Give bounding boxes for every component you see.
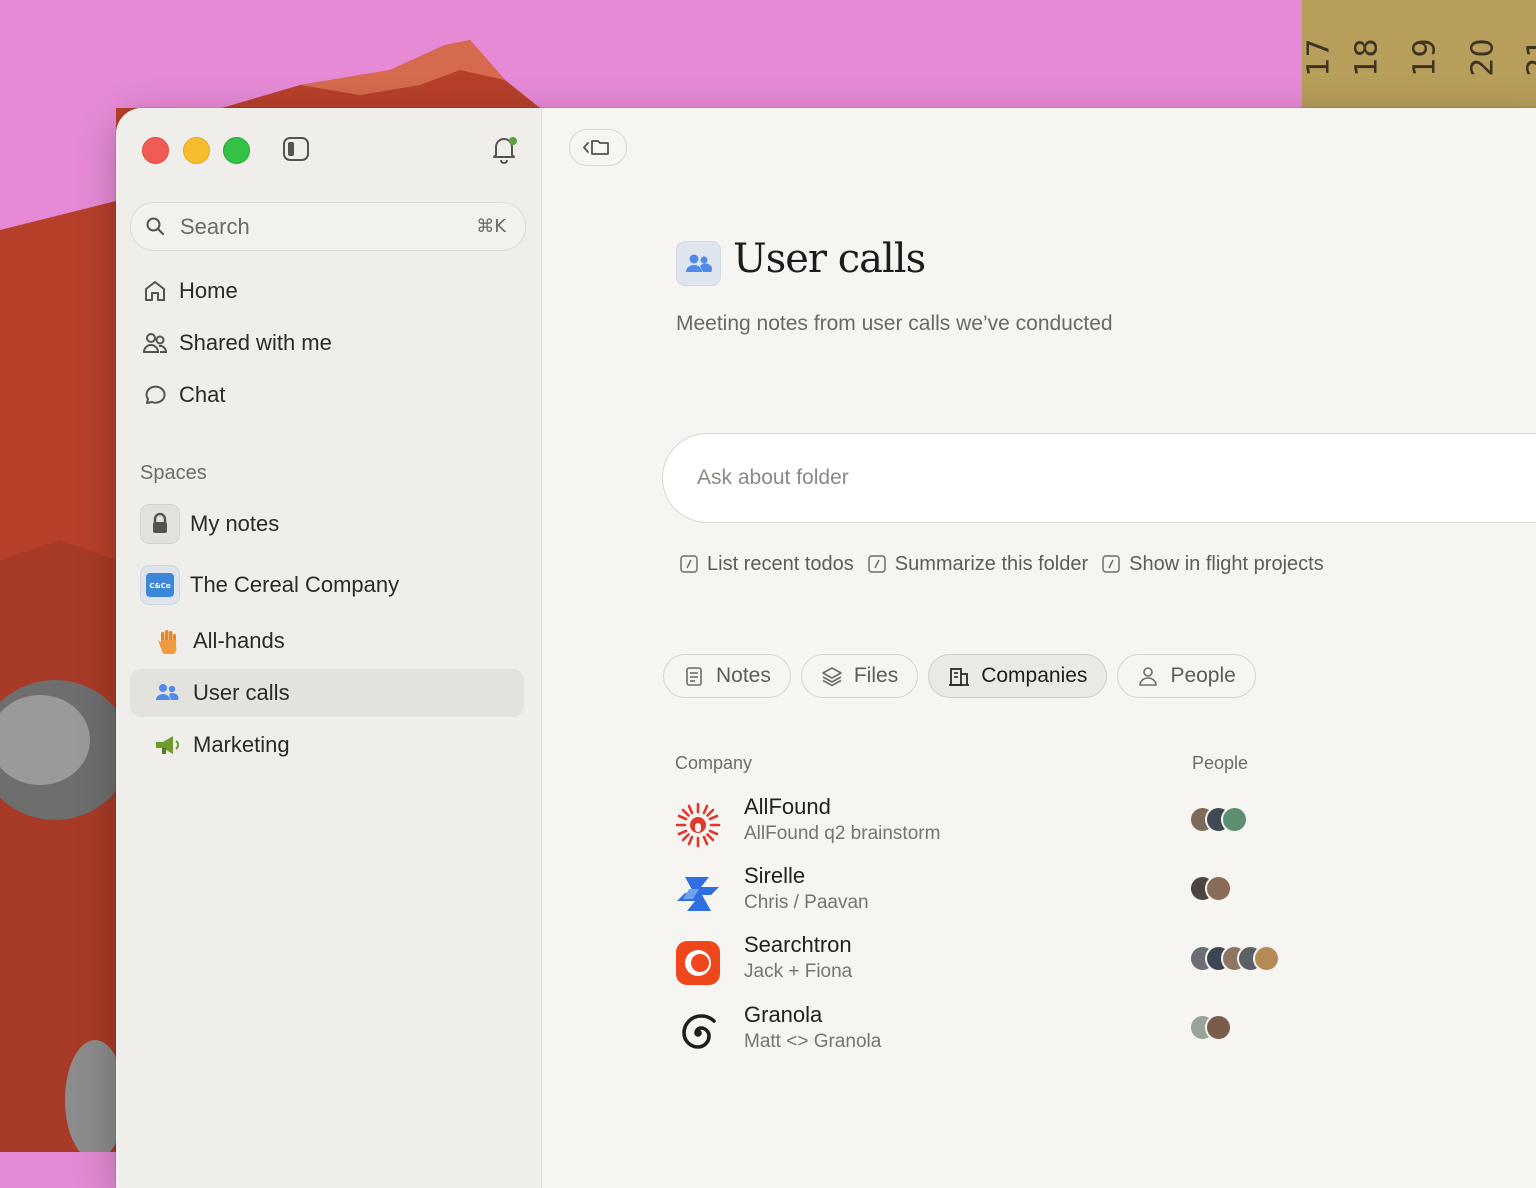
people-icon bbox=[142, 333, 168, 353]
suggestion-chips: List recent todos Summarize this folder … bbox=[680, 549, 1324, 579]
people-avatars[interactable] bbox=[1189, 875, 1232, 902]
ruler-number: 17 bbox=[1301, 38, 1337, 77]
building-icon bbox=[949, 668, 970, 686]
avatar bbox=[1205, 875, 1232, 902]
spaces-section-title: Spaces bbox=[140, 462, 207, 484]
nav-item-label: Home bbox=[179, 278, 238, 303]
column-header-company: Company bbox=[675, 753, 753, 773]
tab-label: Companies bbox=[981, 664, 1088, 687]
avatar bbox=[1205, 1014, 1232, 1041]
nav-item-chat[interactable]: Chat bbox=[130, 372, 524, 418]
nav-item-label: Chat bbox=[179, 382, 226, 407]
folder-back-icon bbox=[582, 140, 609, 155]
slash-command-icon bbox=[680, 555, 698, 573]
tab-notes[interactable]: Notes bbox=[663, 654, 791, 698]
ruler-strip: 17 18 19 20 21 bbox=[1302, 0, 1536, 112]
company-row[interactable]: Granola Matt <> Granola bbox=[675, 1002, 1375, 1064]
ruler-number: 18 bbox=[1349, 38, 1385, 77]
suggestion-summarize-folder[interactable]: Summarize this folder bbox=[868, 549, 1088, 579]
people-icon bbox=[156, 684, 179, 700]
tab-people[interactable]: People bbox=[1117, 654, 1256, 698]
svg-text:C&Co: C&Co bbox=[149, 582, 170, 590]
folder-people-icon bbox=[676, 241, 721, 286]
close-window-button[interactable] bbox=[142, 137, 169, 164]
company-name: Sirelle bbox=[744, 863, 806, 888]
sidebar: Search ⌘K Home Shared with me Chat Space… bbox=[116, 108, 542, 1188]
page-title: User calls bbox=[733, 236, 926, 282]
suggestion-show-in-flight-projects[interactable]: Show in flight projects bbox=[1102, 549, 1324, 579]
raised-hand-icon bbox=[158, 630, 177, 654]
ask-folder-box[interactable] bbox=[662, 433, 1536, 523]
ruler-number: 20 bbox=[1465, 38, 1501, 77]
column-header-people: People bbox=[1192, 753, 1249, 773]
ruler-number: 19 bbox=[1407, 38, 1443, 77]
company-logo-icon: C&Co bbox=[140, 565, 180, 605]
company-name: Searchtron bbox=[744, 932, 852, 957]
company-note-title: Jack + Fiona bbox=[744, 961, 853, 982]
folder-item-label: Marketing bbox=[193, 732, 290, 757]
granola-logo bbox=[682, 1014, 716, 1049]
chat-bubble-icon bbox=[145, 385, 166, 404]
slash-command-icon bbox=[1102, 555, 1120, 573]
zoom-window-button[interactable] bbox=[223, 137, 250, 164]
folder-item-label: All-hands bbox=[193, 628, 285, 653]
company-row[interactable]: AllFound AllFound q2 brainstorm bbox=[675, 794, 1375, 856]
megaphone-icon bbox=[156, 736, 179, 754]
suggestion-label: Show in flight projects bbox=[1129, 552, 1324, 575]
search-shortcut: ⌘K bbox=[476, 216, 506, 237]
company-name: Granola bbox=[744, 1002, 823, 1027]
space-item-my-notes[interactable]: My notes bbox=[130, 498, 524, 550]
slash-command-icon bbox=[868, 555, 886, 573]
ask-folder-input[interactable] bbox=[695, 460, 1299, 496]
ruler-number: 21 bbox=[1521, 38, 1536, 77]
back-to-folder-button[interactable] bbox=[569, 129, 627, 166]
nav-item-label: Shared with me bbox=[179, 330, 332, 355]
app-window: Search ⌘K Home Shared with me Chat Space… bbox=[116, 108, 1536, 1188]
company-row[interactable]: Sirelle Chris / Paavan bbox=[675, 863, 1375, 925]
folder-item-user-calls[interactable]: User calls bbox=[130, 669, 524, 717]
avatar bbox=[1253, 945, 1280, 972]
note-icon bbox=[686, 667, 702, 686]
minimize-window-button[interactable] bbox=[183, 137, 210, 164]
space-item-label: My notes bbox=[190, 511, 280, 536]
nav-item-shared-with-me[interactable]: Shared with me bbox=[130, 320, 524, 366]
folder-item-label: User calls bbox=[193, 680, 290, 705]
person-icon bbox=[1139, 667, 1158, 686]
search-icon bbox=[146, 217, 164, 235]
tab-label: Notes bbox=[716, 664, 771, 687]
tab-files[interactable]: Files bbox=[800, 654, 919, 698]
allfound-logo bbox=[675, 802, 721, 848]
sirelle-logo bbox=[677, 877, 719, 911]
page-description: Meeting notes from user calls we’ve cond… bbox=[676, 312, 1113, 335]
tab-label: Files bbox=[853, 664, 899, 687]
sidebar-toggle-icon[interactable] bbox=[282, 135, 310, 163]
view-tabs: Notes Files Companies People bbox=[663, 654, 1256, 698]
search-label: Search bbox=[180, 214, 250, 239]
home-icon bbox=[145, 281, 165, 301]
folder-item-marketing[interactable]: Marketing bbox=[130, 721, 524, 769]
lock-icon bbox=[140, 504, 180, 544]
suggestion-list-recent-todos[interactable]: List recent todos bbox=[680, 549, 854, 579]
company-note-title: Chris / Paavan bbox=[744, 892, 869, 913]
tab-label: People bbox=[1170, 664, 1236, 687]
nav-item-home[interactable]: Home bbox=[130, 268, 524, 314]
avatar bbox=[1221, 806, 1248, 833]
searchtron-logo bbox=[676, 941, 720, 985]
people-avatars[interactable] bbox=[1189, 1014, 1232, 1041]
suggestion-label: List recent todos bbox=[707, 552, 854, 575]
company-note-title: Matt <> Granola bbox=[744, 1031, 882, 1052]
space-item-label: The Cereal Company bbox=[190, 572, 400, 597]
space-item-the-cereal-company[interactable]: C&Co The Cereal Company bbox=[130, 559, 524, 611]
suggestion-label: Summarize this folder bbox=[894, 552, 1089, 575]
search-bar[interactable]: Search ⌘K bbox=[130, 202, 526, 251]
tab-companies[interactable]: Companies bbox=[928, 654, 1108, 698]
folder-item-all-hands[interactable]: All-hands bbox=[130, 617, 524, 665]
main-content: User calls Meeting notes from user calls… bbox=[542, 108, 1536, 1188]
people-avatars[interactable] bbox=[1189, 945, 1280, 972]
people-avatars[interactable] bbox=[1189, 806, 1248, 833]
company-note-title: AllFound q2 brainstorm bbox=[744, 823, 941, 844]
layers-icon bbox=[822, 667, 842, 687]
notification-bell-icon[interactable] bbox=[488, 133, 520, 165]
company-name: AllFound bbox=[744, 794, 831, 819]
